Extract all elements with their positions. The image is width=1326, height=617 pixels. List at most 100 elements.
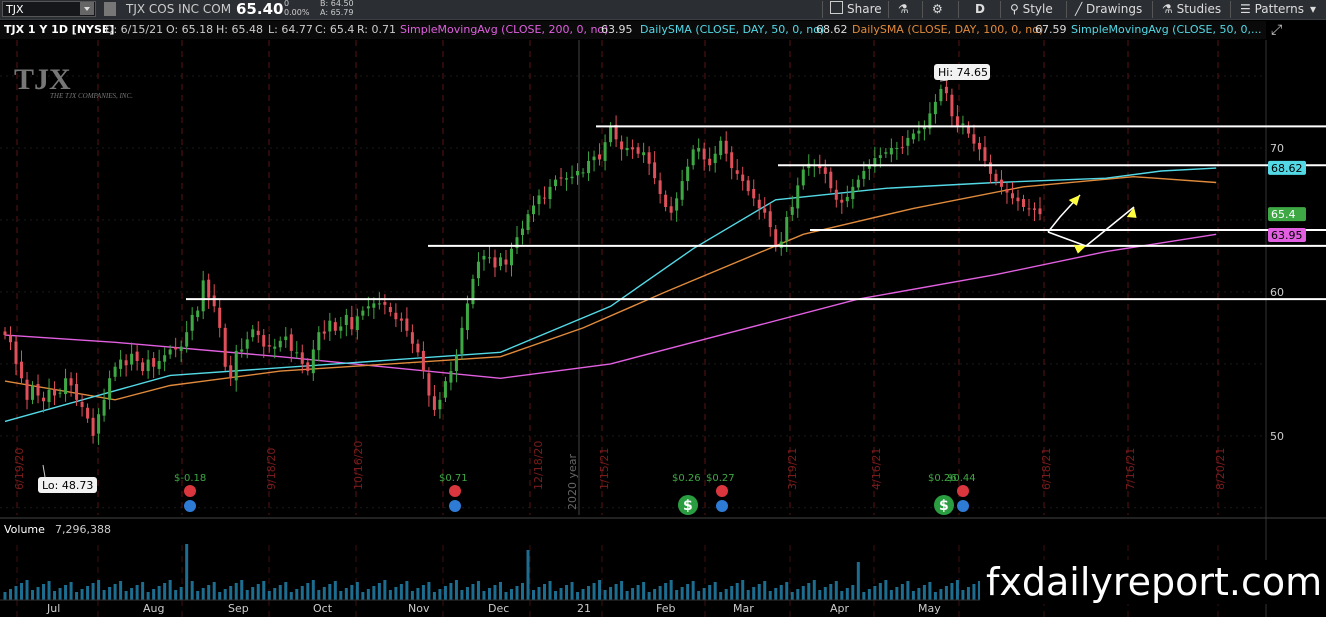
candle-body — [1027, 208, 1031, 210]
candle-body — [58, 392, 62, 394]
candle-body — [900, 147, 904, 149]
candle-body — [757, 199, 761, 209]
volume-bar — [31, 590, 35, 600]
volume-bar — [900, 584, 904, 600]
candle-body — [790, 206, 794, 215]
volume-bar — [218, 592, 222, 600]
volume-bar — [845, 588, 849, 600]
volume-bar — [201, 588, 205, 600]
volume-bar — [939, 589, 943, 600]
volume-bar — [972, 584, 976, 600]
volume-bar — [135, 585, 139, 600]
candle-body — [570, 176, 574, 179]
candle-body — [97, 414, 101, 434]
info-icon — [184, 500, 196, 512]
candle-body — [295, 352, 299, 354]
volume-bar — [438, 589, 442, 600]
candle-body — [168, 349, 172, 355]
volume-bar — [212, 582, 216, 600]
volume-bar — [493, 585, 497, 600]
earnings-icon — [184, 485, 196, 497]
candle-body — [911, 133, 915, 140]
candle-body — [845, 196, 849, 202]
candle-body — [664, 194, 668, 207]
candle-body — [1032, 208, 1037, 210]
volume-bar — [8, 589, 13, 600]
volume-bar — [443, 586, 447, 600]
volume-bar — [526, 550, 530, 600]
candle-body — [741, 174, 745, 182]
candle-body — [344, 314, 348, 325]
candle-body — [933, 101, 937, 115]
volume-bar — [708, 585, 712, 600]
candle-body — [1021, 199, 1025, 207]
volume-bar — [75, 592, 79, 600]
price-badge-label: 65.4 — [1271, 208, 1296, 221]
volume-bar — [179, 587, 183, 600]
candle-body — [955, 116, 959, 127]
volume-bar — [152, 589, 156, 600]
volume-bar — [576, 592, 580, 600]
candle-body — [300, 352, 304, 364]
volume-bar — [108, 587, 112, 600]
candle-body — [179, 346, 183, 351]
candle-body — [443, 381, 447, 398]
volume-bar — [289, 592, 293, 600]
candle-body — [416, 343, 420, 353]
candle-body — [977, 142, 981, 150]
volume-bar — [669, 580, 673, 600]
candle-body — [113, 366, 117, 377]
info-icon — [957, 500, 969, 512]
candle-body — [262, 335, 266, 347]
candle-body — [746, 180, 750, 192]
volume-bar — [763, 581, 767, 600]
volume-bar — [691, 581, 695, 600]
volume-bar — [471, 584, 475, 600]
volume-bar — [306, 583, 310, 600]
volume-bar — [774, 588, 778, 600]
candle-body — [768, 211, 772, 228]
candle-body — [554, 179, 558, 187]
volume-bar — [240, 580, 244, 600]
volume-bar — [14, 586, 18, 600]
candle-body — [669, 206, 673, 213]
volume-bar — [911, 591, 915, 600]
candle-body — [895, 147, 899, 149]
candle-body — [240, 349, 244, 352]
volume-bar — [917, 588, 921, 600]
volume-bar — [829, 584, 833, 600]
date-label: 10/16/20 — [352, 441, 365, 490]
candle-body — [609, 126, 613, 143]
candle-body — [532, 205, 536, 215]
volume-bar — [328, 584, 332, 600]
volume-bar — [36, 587, 40, 600]
candle-body — [735, 170, 739, 174]
volume-bar — [867, 589, 871, 600]
volume-bar — [757, 584, 761, 600]
month-label: Aug — [143, 602, 164, 615]
volume-bar — [498, 582, 502, 600]
candle-body — [399, 318, 403, 321]
volume-bar — [97, 580, 101, 600]
candle-body — [576, 170, 580, 176]
volume-bar — [961, 590, 965, 600]
volume-bar — [80, 589, 84, 600]
volume-bar — [856, 562, 860, 600]
candle-body — [372, 303, 376, 308]
candle-body — [366, 306, 370, 309]
volume-bar — [207, 585, 211, 600]
candle-body — [801, 169, 805, 186]
month-label: Oct — [313, 602, 333, 615]
candle-body — [1038, 208, 1042, 215]
candle-body — [702, 148, 706, 160]
candle-body — [223, 327, 227, 367]
volume-bar — [509, 589, 513, 600]
candle-body — [432, 396, 436, 410]
candle-body — [713, 153, 717, 164]
candle-body — [906, 137, 910, 146]
candle-body — [537, 195, 541, 205]
company-logo-subtitle: THE TJX COMPANIES, INC. — [50, 92, 133, 100]
candle-body — [779, 241, 783, 248]
candle-body — [454, 355, 458, 372]
volume-bar — [520, 583, 525, 600]
